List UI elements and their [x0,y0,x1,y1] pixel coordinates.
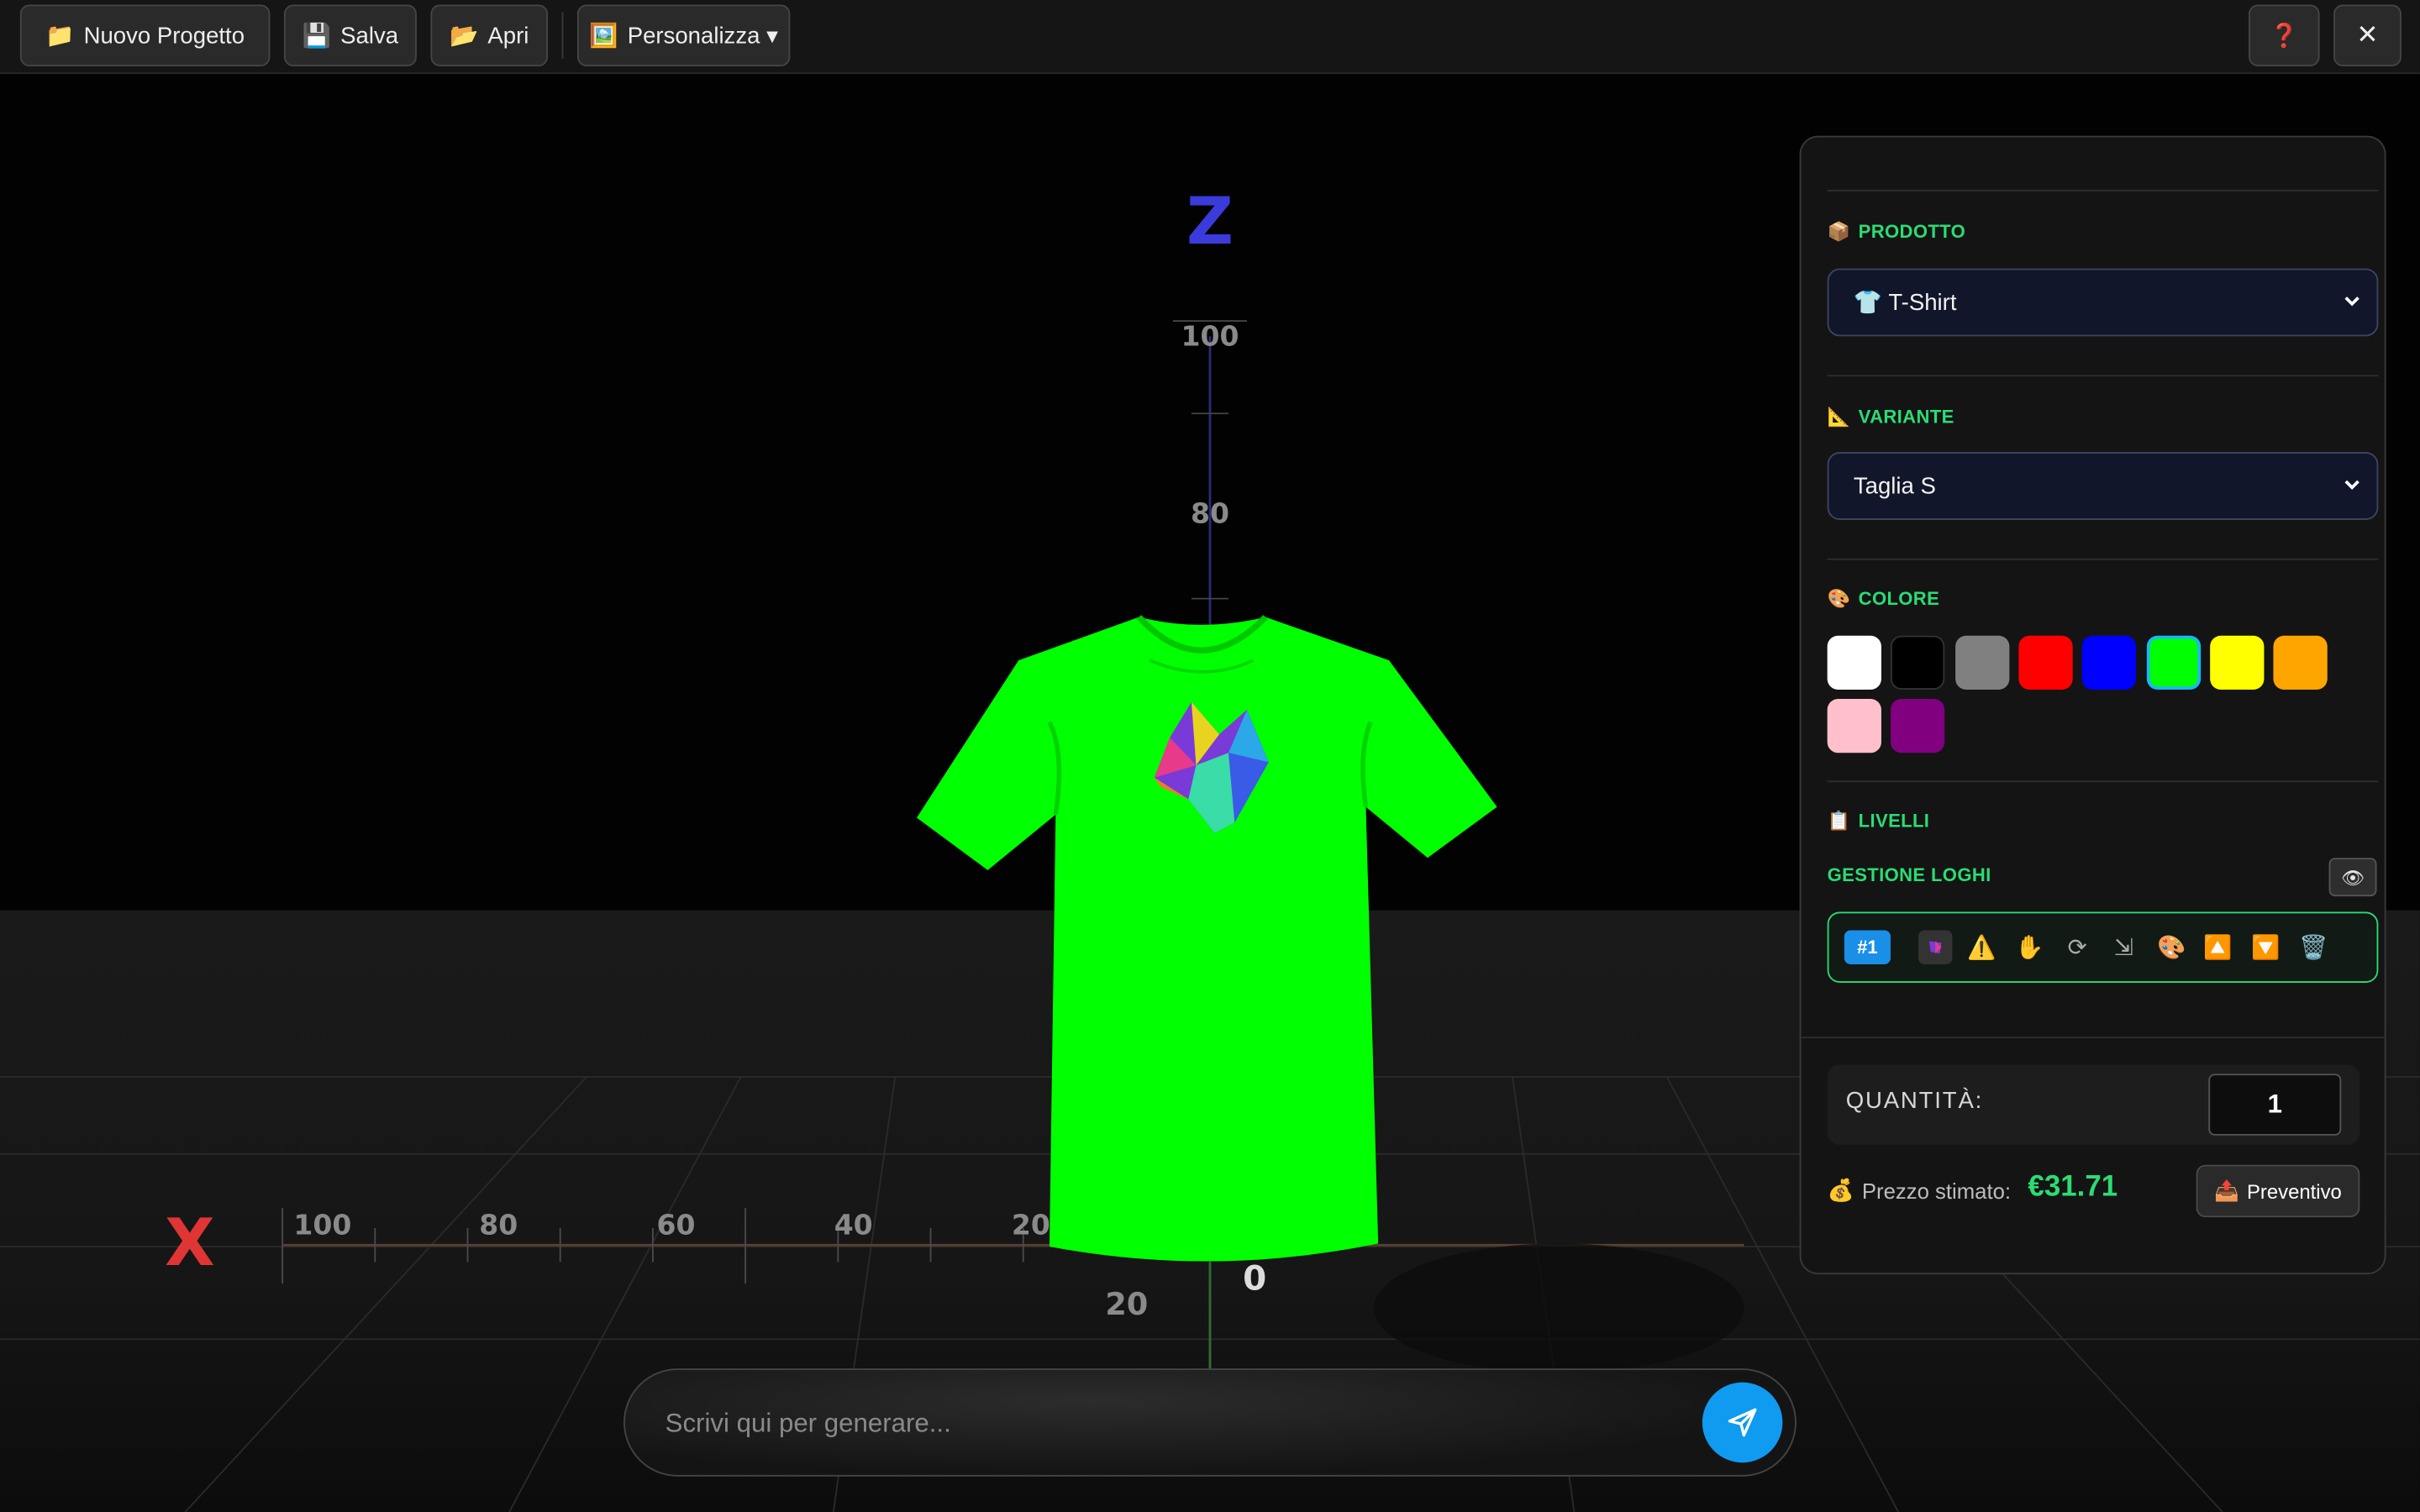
quote-button[interactable]: 📤 Preventivo [2196,1164,2360,1218]
send-button[interactable] [1702,1382,1783,1463]
variant-select[interactable]: Taglia S [1827,452,2379,520]
customization-panel: 📦 PRODOTTO 👕 T-Shirt 📐 VARIANTE Taglia S… [1799,135,2386,1275]
product-section-title: 📦 PRODOTTO [1827,220,1966,243]
layers-section-title: 📋 LIVELLI [1827,810,1930,832]
color-swatch[interactable] [1827,699,1881,753]
estimated-price-label: 💰 Prezzo stimato: [1827,1177,2012,1203]
picture-icon: 🖼️ [589,23,618,50]
x-axis-label: X [165,1205,214,1281]
outbox-icon: 📤 [2214,1179,2239,1202]
z-tick-label: 100 [1181,319,1239,352]
x-tick-label: 20 [1012,1208,1050,1241]
move-hand-icon[interactable]: ✋ [2012,931,2046,964]
trash-icon[interactable]: 🗑️ [2296,931,2330,964]
color-swatch[interactable] [2209,635,2265,690]
new-project-button[interactable]: 📁 Nuovo Progetto [19,4,271,66]
color-swatch[interactable] [1954,635,2009,690]
product-select[interactable]: 👕 T-Shirt [1827,268,2379,337]
z-axis-label: Z [1186,184,1234,260]
estimated-price-value: €31.71 [2028,1171,2118,1204]
chevron-down-icon [2344,297,2360,307]
open-button[interactable]: 📂 Apri [430,4,549,66]
palette-icon[interactable]: 🎨 [2154,931,2188,964]
help-button[interactable]: ❓ [2249,4,2320,66]
package-icon: 📦 [1827,220,1851,243]
palette-icon: 🎨 [1827,587,1851,610]
color-section-title: 🎨 COLORE [1827,587,1940,610]
close-button[interactable]: ✕ [2333,4,2402,66]
section-divider [1801,1037,2385,1039]
z-tick-label: 80 [1191,497,1229,530]
toolbar-divider [561,12,564,59]
question-icon: ❓ [2270,23,2299,50]
top-toolbar: 📁 Nuovo Progetto 💾 Salva 📂 Apri 🖼️ Perso… [0,0,2420,75]
logo-thumbnail-icon[interactable] [1918,930,1953,964]
rotate-icon[interactable]: ⟳ [2060,931,2094,964]
color-swatch[interactable] [1891,699,1945,753]
origin-label: 0 [1243,1257,1266,1298]
money-bag-icon: 💰 [1827,1177,1854,1202]
color-swatch[interactable] [1891,635,1945,690]
y-tick-label: 20 [1105,1286,1148,1322]
section-divider [1827,189,2379,192]
layer-row[interactable]: #1 ⚠️ ✋ ⟳ ⇲ 🎨 🔼 🔽 🗑️ [1827,911,2379,983]
prompt-bar: Scrivi qui per generare... [623,1368,1797,1477]
color-swatch[interactable] [1827,635,1881,690]
move-down-icon[interactable]: 🔽 [2249,931,2282,964]
quantity-input[interactable]: 1 [2208,1074,2342,1136]
garment-shadow [1373,1243,1744,1373]
open-folder-icon: 📂 [450,23,479,50]
warning-icon[interactable]: ⚠️ [1965,931,1998,964]
eye-icon: 👁 [2341,866,2365,889]
section-divider [1827,780,2379,783]
color-swatch[interactable] [2018,635,2073,690]
move-up-icon[interactable]: 🔼 [2201,931,2234,964]
toggle-visibility-button[interactable]: 👁 [2328,858,2377,897]
layer-number-badge: #1 [1844,930,1891,964]
quantity-label: QUANTITÀ: [1845,1087,1984,1115]
logo-management-title: GESTIONE LOGHI [1827,864,1991,886]
floppy-disk-icon: 💾 [302,23,332,50]
tshirt-model[interactable] [916,615,1497,1262]
ruler-icon: 📐 [1827,406,1851,428]
close-icon: ✕ [2356,19,2379,50]
color-swatch[interactable] [2273,635,2328,690]
prompt-input[interactable]: Scrivi qui per generare... [666,1409,951,1440]
x-tick-label: 100 [293,1208,351,1241]
x-tick-label: 80 [479,1208,518,1241]
customize-menu-button[interactable]: 🖼️ Personalizza ▾ [576,4,791,66]
color-swatch[interactable] [2082,635,2137,690]
x-tick-label: 60 [656,1208,695,1241]
folder-icon: 📁 [45,23,75,50]
save-button[interactable]: 💾 Salva [283,4,417,66]
app-root: 📁 Nuovo Progetto 💾 Salva 📂 Apri 🖼️ Perso… [0,0,2420,1512]
variant-section-title: 📐 VARIANTE [1827,406,1954,428]
send-icon [1728,1408,1757,1437]
section-divider [1827,375,2379,377]
resize-icon[interactable]: ⇲ [2107,931,2140,964]
color-swatch[interactable] [2145,635,2201,690]
chevron-down-icon [2344,480,2360,490]
x-tick-label: 40 [834,1208,873,1241]
clipboard-icon: 📋 [1827,810,1851,832]
section-divider [1827,558,2379,560]
quantity-box: QUANTITÀ: 1 [1827,1064,2360,1145]
